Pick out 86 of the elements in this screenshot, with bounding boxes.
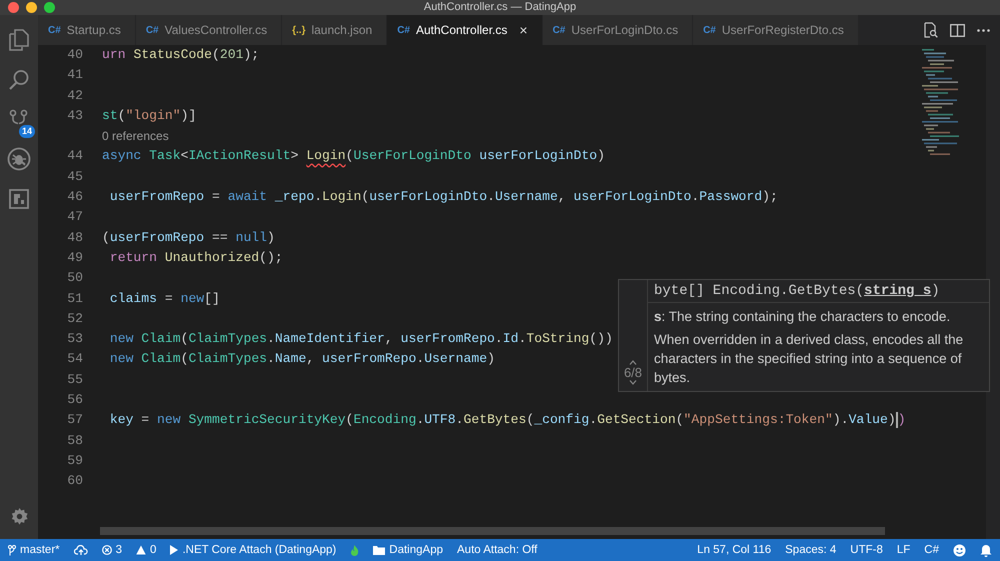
line-number: 54 bbox=[66, 350, 83, 368]
scrollbar[interactable] bbox=[986, 45, 1000, 539]
status-item[interactable]: UTF-8 bbox=[850, 544, 883, 556]
status-item[interactable]: Auto Attach: Off bbox=[457, 544, 538, 556]
file-type-icon: C# bbox=[703, 24, 716, 36]
code-line: key = new SymmetricSecurityKey(Encoding.UTF8.GetBytes(_config.GetSection("AppSettings:Token").Value)) bbox=[108, 410, 906, 430]
split-editor-icon[interactable] bbox=[950, 24, 965, 36]
line-number: 55 bbox=[66, 370, 83, 389]
extensions-icon[interactable] bbox=[9, 189, 29, 209]
close-window-button[interactable] bbox=[8, 2, 19, 13]
branch-icon bbox=[8, 544, 16, 556]
line-number: 45 bbox=[66, 168, 83, 186]
line-number: 57 bbox=[66, 411, 83, 430]
code-line: async Task<IActionResult> Login(UserForLoginDto userForLoginDto) bbox=[102, 147, 605, 166]
status-item[interactable]: 3 bbox=[102, 544, 122, 556]
error-icon bbox=[102, 545, 112, 555]
chevron-up-icon[interactable] bbox=[629, 360, 637, 365]
warning-icon bbox=[136, 545, 146, 555]
code-line: st("login")] bbox=[102, 106, 196, 125]
line-number: 40 bbox=[66, 46, 83, 64]
line-number: 47 bbox=[66, 208, 83, 226]
chevron-down-icon[interactable] bbox=[629, 380, 637, 385]
code-line: return Unauthorized(); bbox=[108, 248, 283, 267]
code-line: urn StatusCode(201); bbox=[102, 46, 260, 64]
cloud-upload-icon[interactable] bbox=[74, 545, 88, 555]
line-number: 46 bbox=[66, 188, 83, 206]
line-number: 43 bbox=[66, 106, 83, 125]
code-line: (userFromRepo == null) bbox=[102, 228, 275, 247]
editor-tab[interactable]: C# AuthController.cs × bbox=[387, 15, 543, 45]
status-item[interactable]: .NET Core Attach (DatingApp) bbox=[170, 544, 336, 556]
files-icon[interactable] bbox=[9, 29, 29, 51]
method-description: When overridden in a derived class, encodes all the characters in the specified string into a sequence of bytes. bbox=[654, 331, 964, 387]
parameter-doc: s: The string containing the characters to encode. bbox=[654, 308, 952, 326]
window-title: AuthController.cs — DatingApp bbox=[424, 0, 576, 15]
file-type-icon: C# bbox=[552, 24, 566, 36]
preview-icon[interactable] bbox=[922, 22, 938, 38]
search-icon[interactable] bbox=[8, 69, 30, 91]
status-item[interactable]: Spaces: 4 bbox=[785, 544, 836, 556]
line-number: 56 bbox=[66, 391, 83, 410]
line-number: 42 bbox=[66, 86, 83, 105]
play-icon bbox=[170, 545, 178, 555]
code-line: claims = new[] bbox=[108, 290, 220, 308]
file-type-icon: C# bbox=[397, 24, 410, 36]
status-item[interactable]: Ln 57, Col 116 bbox=[697, 544, 772, 556]
flame-icon[interactable] bbox=[350, 544, 360, 556]
status-item[interactable]: DatingApp bbox=[373, 544, 443, 556]
bell-icon[interactable] bbox=[980, 544, 992, 556]
line-number: 53 bbox=[66, 330, 83, 348]
bug-icon[interactable] bbox=[7, 147, 31, 171]
status-item[interactable]: LF bbox=[896, 544, 910, 556]
overload-counter: 6/8 bbox=[624, 365, 642, 380]
line-number: 44 bbox=[66, 147, 83, 166]
status-item[interactable]: master* bbox=[8, 544, 60, 556]
settings-icon[interactable] bbox=[10, 508, 28, 525]
editor-tab[interactable]: {..} launch.json bbox=[282, 15, 388, 45]
line-number: 41 bbox=[66, 66, 83, 84]
close-icon[interactable]: × bbox=[519, 22, 528, 38]
editor-tab[interactable]: C# ValuesController.cs bbox=[136, 15, 282, 45]
editor-tab[interactable]: C# Startup.cs bbox=[38, 15, 136, 45]
code-line: userFromRepo = await _repo.Login(userForLoginDto.Username, userForLoginDto.Password); bbox=[108, 188, 778, 206]
maximize-window-button[interactable] bbox=[44, 2, 55, 13]
codelens-link[interactable]: 0 references bbox=[102, 126, 169, 146]
more-icon[interactable] bbox=[977, 28, 990, 32]
method-signature: byte[] Encoding.GetBytes(string s) bbox=[648, 280, 989, 303]
status-item[interactable]: 0 bbox=[136, 544, 156, 556]
code-line: new Claim(ClaimTypes.Name, userFromRepo.Username) bbox=[108, 350, 495, 368]
file-type-icon: {..} bbox=[292, 24, 306, 36]
count-badge: 14 bbox=[18, 125, 35, 138]
scrollbar[interactable] bbox=[100, 527, 885, 535]
line-number: 52 bbox=[66, 310, 83, 328]
file-type-icon: C# bbox=[48, 24, 61, 36]
line-number: 59 bbox=[66, 452, 83, 470]
line-number: 60 bbox=[66, 472, 83, 490]
editor-tab[interactable]: C# UserForRegisterDto.cs bbox=[693, 15, 859, 45]
editor-tab[interactable]: C# UserForLoginDto.cs bbox=[542, 15, 694, 45]
line-number: 49 bbox=[66, 248, 83, 267]
code-line: new Claim(ClaimTypes.NameIdentifier, userFromRepo.Id.ToString()) bbox=[108, 330, 613, 348]
status-item[interactable]: C# bbox=[924, 544, 939, 556]
file-type-icon: C# bbox=[146, 24, 159, 36]
line-number: 51 bbox=[66, 290, 83, 308]
smiley-icon[interactable] bbox=[953, 544, 966, 556]
line-number: 50 bbox=[66, 269, 83, 288]
minimize-window-button[interactable] bbox=[26, 2, 37, 13]
line-number: 58 bbox=[66, 432, 83, 450]
line-number: 48 bbox=[66, 228, 83, 247]
folder-icon bbox=[373, 545, 386, 555]
